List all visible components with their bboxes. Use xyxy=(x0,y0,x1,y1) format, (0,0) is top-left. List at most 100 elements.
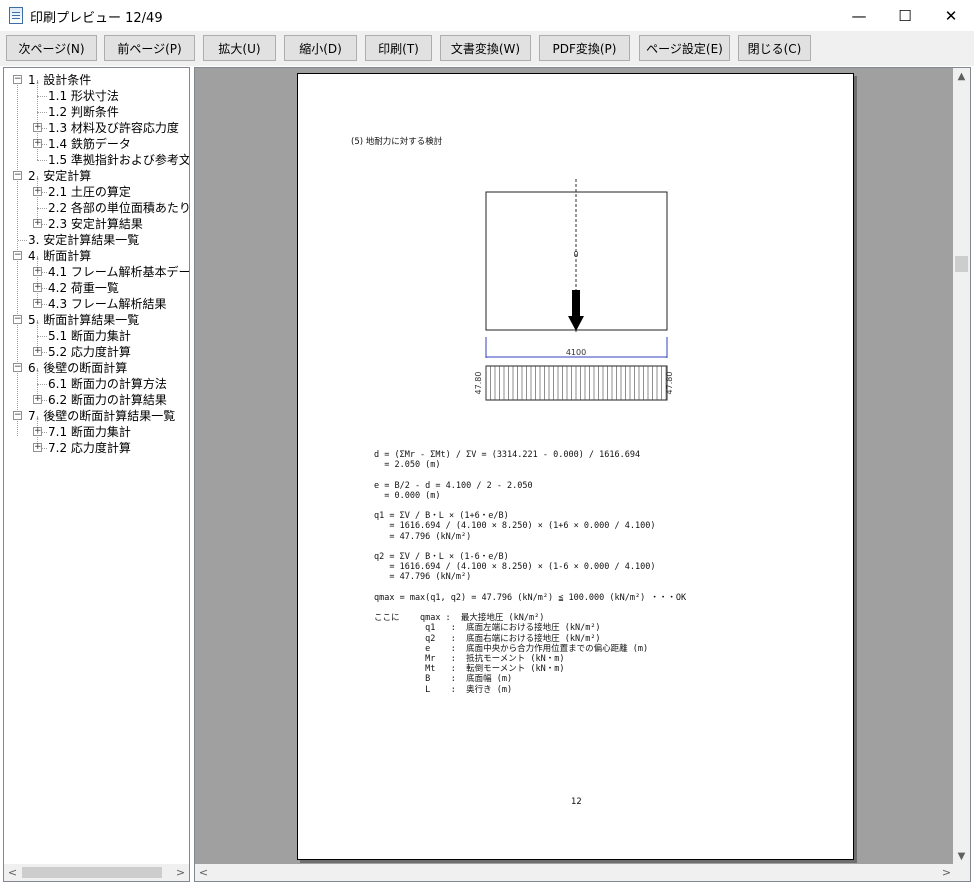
convert-pdf-button[interactable]: PDF変換(P) xyxy=(539,35,630,61)
collapse-icon[interactable]: − xyxy=(13,251,22,260)
expand-icon[interactable]: + xyxy=(33,219,42,228)
tree-item[interactable]: −7. 後壁の断面計算結果一覧 xyxy=(4,408,189,424)
zoom-out-button[interactable]: 縮小(D) xyxy=(284,35,357,61)
formula-line: = 1616.694 / (4.100 × 8.250) × (1-6 × 0.… xyxy=(374,562,656,573)
tree-item[interactable]: +7.2 応力度計算 xyxy=(4,432,189,456)
formula-line: = 1616.694 / (4.100 × 8.250) × (1+6 × 0.… xyxy=(374,521,656,532)
expand-icon[interactable]: + xyxy=(33,299,42,308)
collapse-icon[interactable]: − xyxy=(13,315,22,324)
tree-item[interactable]: 5.1 断面力集計 xyxy=(4,320,189,344)
scrollbar-corner xyxy=(953,864,970,881)
tree-item-label: 4.1 フレーム解析基本データ xyxy=(48,265,190,279)
formula-line: q1 = ΣV / B・L × (1+6・e/B) xyxy=(374,511,509,522)
scroll-thumb[interactable] xyxy=(955,256,968,272)
expand-icon[interactable]: + xyxy=(33,395,42,404)
tree-item[interactable]: +7.1 断面力集計 xyxy=(4,416,189,440)
tree-item[interactable]: 1.2 判断条件 xyxy=(4,96,189,120)
tree-item[interactable]: +2.3 安定計算結果 xyxy=(4,208,189,232)
scroll-left-icon[interactable]: < xyxy=(4,864,21,881)
tree-connector xyxy=(42,128,47,129)
tree-item-label: 6.1 断面力の計算方法 xyxy=(48,377,167,391)
tree-connector xyxy=(42,304,47,305)
preview-vertical-scrollbar[interactable]: ▲ ▼ xyxy=(953,68,970,865)
tree-item[interactable]: +4.3 フレーム解析結果 xyxy=(4,288,189,312)
tree-connector xyxy=(37,160,47,161)
tree-item-label: 3. 安定計算結果一覧 xyxy=(28,233,140,247)
formula-line: = 2.050 (m) xyxy=(374,460,441,471)
section-heading: (5) 地耐力に対する検討 xyxy=(351,137,443,147)
previous-page-button[interactable]: 前ページ(P) xyxy=(104,35,195,61)
preview-horizontal-scrollbar[interactable]: < > xyxy=(195,864,955,881)
tree-item[interactable]: 3. 安定計算結果一覧 xyxy=(4,232,189,248)
tree-item-label: 1.5 準拠指針および参考文献 xyxy=(48,153,190,167)
tree-item[interactable]: +4.1 フレーム解析基本データ xyxy=(4,256,190,280)
tree-connector xyxy=(37,144,38,160)
tree-item[interactable]: +5.2 応力度計算 xyxy=(4,336,189,360)
tree-item[interactable]: +4.2 荷重一覧 xyxy=(4,272,189,296)
tree-item[interactable]: +1.3 材料及び許容応力度 xyxy=(4,112,189,136)
tree-connector xyxy=(37,208,47,209)
tree-item[interactable]: −5. 断面計算結果一覧 xyxy=(4,312,189,328)
window-title: 印刷プレビュー 12/49 xyxy=(30,11,163,26)
tree-item-label: 1.1 形状寸法 xyxy=(48,89,119,103)
scroll-left-icon[interactable]: < xyxy=(195,864,212,881)
scroll-thumb[interactable] xyxy=(22,867,162,878)
scroll-up-icon[interactable]: ▲ xyxy=(953,68,970,85)
tree-item[interactable]: 1.5 準拠指針および参考文献 xyxy=(4,144,190,168)
tree-item-label: 1.4 鉄筋データ xyxy=(48,137,131,151)
formula-line: Mr : 抵抗モーメント (kN・m) xyxy=(374,654,565,664)
tree-item[interactable]: +1.4 鉄筋データ xyxy=(4,128,189,152)
pressure-hatching xyxy=(485,366,667,400)
tree-item[interactable]: −1. 設計条件 xyxy=(4,72,189,88)
center-label: 0 xyxy=(573,250,578,259)
scroll-right-icon[interactable]: > xyxy=(172,864,189,881)
formula-line: q2 : 底面右端における接地圧 (kN/m²) xyxy=(374,633,601,644)
tree-horizontal-scrollbar[interactable]: < > xyxy=(4,864,189,881)
tree-item[interactable]: +6.2 断面力の計算結果 xyxy=(4,384,189,408)
convert-document-button[interactable]: 文書変換(W) xyxy=(440,35,531,61)
tree-item[interactable]: −4. 断面計算 xyxy=(4,248,189,264)
expand-icon[interactable]: + xyxy=(33,347,42,356)
expand-icon[interactable]: + xyxy=(33,443,42,452)
close-button[interactable]: 閉じる(C) xyxy=(738,35,811,61)
tree-item[interactable]: 6.1 断面力の計算方法 xyxy=(4,368,189,392)
formula-line: = 47.796 (kN/m²) xyxy=(374,572,472,583)
tree-connector xyxy=(37,192,38,208)
left-pressure-label: 47.80 xyxy=(474,372,483,395)
collapse-icon[interactable]: − xyxy=(13,75,22,84)
collapse-icon[interactable]: − xyxy=(13,411,22,420)
tree-connector xyxy=(42,432,47,433)
tree-connector xyxy=(42,448,47,449)
tree-connector xyxy=(37,368,38,384)
collapse-icon[interactable]: − xyxy=(13,363,22,372)
right-pressure-label: 47.80 xyxy=(665,372,674,395)
maximize-button[interactable]: ☐ xyxy=(882,0,928,31)
tree-item[interactable]: 1.1 形状寸法 xyxy=(4,80,189,104)
close-window-button[interactable]: ✕ xyxy=(928,0,974,31)
scroll-down-icon[interactable]: ▼ xyxy=(953,848,970,865)
formula-line: e : 底面中央から合力作用位置までの偏心距離 (m) xyxy=(374,643,649,654)
tree-connector xyxy=(42,352,47,353)
tree-item[interactable]: 2.2 各部の単位面積あたり重量 xyxy=(4,192,189,216)
tree-item-label: 4.3 フレーム解析結果 xyxy=(48,297,167,311)
print-button[interactable]: 印刷(T) xyxy=(365,35,432,61)
page-setup-button[interactable]: ページ設定(E) xyxy=(639,35,730,61)
tree-item[interactable]: +2.1 土圧の算定 xyxy=(4,176,189,200)
preview-pane: (5) 地耐力に対する検討 0 4100 47.80 47.80 d = (ΣM… xyxy=(194,67,971,882)
zoom-in-button[interactable]: 拡大(U) xyxy=(203,35,276,61)
next-page-button[interactable]: 次ページ(N) xyxy=(6,35,97,61)
width-dimension-label: 4100 xyxy=(566,348,586,357)
minimize-button[interactable]: — xyxy=(836,0,882,31)
tree-item-label: 4.2 荷重一覧 xyxy=(48,281,119,295)
collapse-icon[interactable]: − xyxy=(13,171,22,180)
tree-item-label: 1.3 材料及び許容応力度 xyxy=(48,121,179,135)
tree-item[interactable]: −6. 後壁の断面計算 xyxy=(4,360,189,376)
toolbar: 次ページ(N) 前ページ(P) 拡大(U) 縮小(D) 印刷(T) 文書変換(W… xyxy=(0,31,974,66)
load-arrow-shaft xyxy=(572,290,580,316)
tree-connector xyxy=(42,192,47,193)
tree-item-label: 1.2 判断条件 xyxy=(48,105,119,119)
title-bar: 印刷プレビュー 12/49 — ☐ ✕ xyxy=(0,0,974,31)
formula-line: qmax = max(q1, q2) = 47.796 (kN/m²) ≦ 10… xyxy=(374,592,687,603)
tree-item[interactable]: −2. 安定計算 xyxy=(4,168,189,184)
tree-item-label: 5.1 断面力集計 xyxy=(48,329,131,343)
